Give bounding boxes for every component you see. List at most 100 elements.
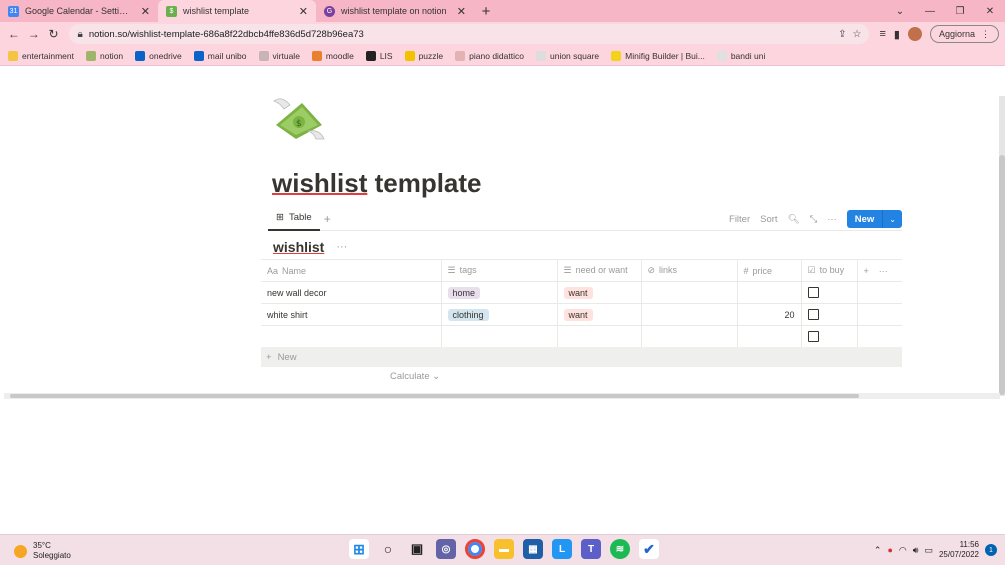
minimize-icon[interactable]: — <box>915 0 945 22</box>
cell-to-buy[interactable] <box>800 303 857 326</box>
todo-icon[interactable]: ✔ <box>639 539 659 559</box>
wifi-icon[interactable]: ◠ <box>899 545 907 556</box>
bookmark-item[interactable]: bandi uni <box>716 50 765 61</box>
bookmark-item[interactable]: virtuale <box>258 50 300 61</box>
table-row[interactable] <box>261 325 902 348</box>
share-icon[interactable]: ⇪ <box>838 29 846 40</box>
column-header-to-buy[interactable]: ☑ to buy <box>800 259 857 282</box>
cell-links[interactable] <box>640 303 737 326</box>
column-header-links[interactable]: ⊘ links <box>640 259 737 282</box>
reload-icon[interactable]: ↻ <box>46 24 62 44</box>
new-button-label[interactable]: New <box>846 210 883 228</box>
chrome-icon[interactable] <box>465 539 485 559</box>
chevron-up-icon[interactable]: ⌃ <box>874 545 882 556</box>
tab-wishlist-template-on-notion[interactable]: G wishlist template on notion ✕ <box>316 0 474 22</box>
cell-tags[interactable]: clothing <box>440 303 557 326</box>
more-horizontal-icon[interactable]: ··· <box>879 266 888 276</box>
column-header-tags[interactable]: ☰ tags <box>440 259 557 282</box>
teams-icon[interactable]: T <box>581 539 601 559</box>
bookmark-item[interactable]: piano didattico <box>455 50 524 61</box>
cell-name[interactable]: new wall decor <box>261 281 441 304</box>
expand-icon[interactable]: ⤡ <box>810 214 818 225</box>
bookmark-star-icon[interactable]: ☆ <box>853 29 862 40</box>
to-buy-checkbox[interactable] <box>807 287 819 299</box>
search-icon[interactable]: ○ <box>378 539 398 559</box>
cell-empty[interactable] <box>856 325 902 348</box>
money-with-wings-icon[interactable]: $ <box>272 95 326 141</box>
close-icon[interactable]: ✕ <box>141 5 150 18</box>
sort-button[interactable]: Sort <box>760 214 777 225</box>
clock[interactable]: 11:56 25/07/2022 <box>939 540 979 560</box>
cell-price[interactable] <box>736 281 801 304</box>
cell-empty[interactable] <box>856 303 902 326</box>
chevron-down-icon[interactable]: ⌄ <box>882 210 902 228</box>
cell-tags[interactable]: home <box>440 281 557 304</box>
cell-tags[interactable] <box>440 325 557 348</box>
close-icon[interactable]: ✕ <box>299 5 308 18</box>
forward-icon[interactable]: → <box>26 24 42 44</box>
new-button[interactable]: New ⌄ <box>846 210 902 228</box>
bookmark-item[interactable]: Minifig Builder | Bui... <box>611 50 705 61</box>
new-tab-button[interactable]: + <box>474 0 498 22</box>
calculate-button[interactable]: Calculate ⌄ <box>390 371 440 382</box>
bookmark-item[interactable]: union square <box>535 50 599 61</box>
cell-price[interactable] <box>736 325 801 348</box>
l-app-icon[interactable]: L <box>552 539 572 559</box>
add-view-icon[interactable]: + <box>324 212 331 226</box>
page-title[interactable]: wishlist template <box>272 168 482 199</box>
horizontal-scrollbar-thumb[interactable] <box>10 394 859 398</box>
cell-empty[interactable] <box>856 281 902 304</box>
restore-icon[interactable]: ❐ <box>945 0 975 22</box>
chat-icon[interactable]: ◎ <box>436 539 456 559</box>
network-alert-icon[interactable]: ● <box>887 545 892 555</box>
to-buy-checkbox[interactable] <box>807 309 819 321</box>
cell-to-buy[interactable] <box>800 281 857 304</box>
store-icon[interactable]: ▦ <box>523 539 543 559</box>
tab-wishlist-template[interactable]: $ wishlist template ✕ <box>158 0 316 22</box>
reading-list-icon[interactable]: ≡ <box>879 28 885 40</box>
notification-badge[interactable]: 1 <box>985 544 997 556</box>
more-horizontal-icon[interactable]: ··· <box>827 214 837 225</box>
bookmark-item[interactable]: mail unibo <box>193 50 247 61</box>
cell-need-or-want[interactable] <box>556 325 641 348</box>
tab-google-calendar[interactable]: 31 Google Calendar - Settimana del ✕ <box>0 0 158 22</box>
bookmark-item[interactable]: moodle <box>311 50 354 61</box>
file-explorer-icon[interactable]: ▬ <box>494 539 514 559</box>
add-row-button[interactable]: + New <box>261 347 902 367</box>
search-icon[interactable]: 🔍︎ <box>788 214 800 225</box>
column-header-need-or-want[interactable]: ☰ need or want <box>556 259 641 282</box>
more-horizontal-icon[interactable]: ··· <box>336 241 347 253</box>
cell-to-buy[interactable] <box>800 325 857 348</box>
back-icon[interactable]: ← <box>6 24 22 44</box>
add-column-icon[interactable]: + <box>864 266 869 276</box>
bookmark-item[interactable]: onedrive <box>135 50 182 61</box>
bookmark-item[interactable]: notion <box>85 50 123 61</box>
cell-links[interactable] <box>640 325 737 348</box>
column-header-price[interactable]: # price <box>736 259 801 282</box>
vertical-scrollbar-thumb[interactable] <box>999 155 1005 395</box>
avatar[interactable] <box>907 27 922 41</box>
volume-icon[interactable]: 🔊︎ <box>913 545 919 556</box>
weather-widget[interactable]: 35°C Soleggiato <box>14 541 71 561</box>
cell-name[interactable]: white shirt <box>261 303 441 326</box>
bookmark-item[interactable]: entertainment <box>8 50 74 61</box>
cell-need-or-want[interactable]: want <box>556 303 641 326</box>
windows-start-icon[interactable]: ⊞ <box>349 539 369 559</box>
close-icon[interactable]: ✕ <box>457 5 466 18</box>
filter-button[interactable]: Filter <box>729 214 750 225</box>
table-row[interactable]: new wall decor home want <box>261 281 902 304</box>
update-button[interactable]: Aggiorna ⋮ <box>929 25 999 43</box>
bookmark-item[interactable]: puzzle <box>404 50 443 61</box>
task-view-icon[interactable]: ▣ <box>407 539 427 559</box>
address-bar[interactable]: 🔒︎ notion.so/wishlist-template-686a8f22d… <box>69 24 870 44</box>
tab-table[interactable]: ⊞ Table <box>268 207 320 231</box>
side-panel-icon[interactable]: ▮ <box>894 28 900 41</box>
tab-search-icon[interactable]: ⌄ <box>885 0 915 22</box>
column-header-name[interactable]: Aa Name <box>261 259 441 282</box>
cell-need-or-want[interactable]: want <box>556 281 641 304</box>
table-row[interactable]: white shirt clothing want 20 <box>261 303 902 326</box>
to-buy-checkbox[interactable] <box>807 331 819 343</box>
battery-icon[interactable]: ▭ <box>924 545 933 556</box>
bookmark-item[interactable]: LIS <box>365 50 393 61</box>
cell-name[interactable] <box>261 325 441 348</box>
